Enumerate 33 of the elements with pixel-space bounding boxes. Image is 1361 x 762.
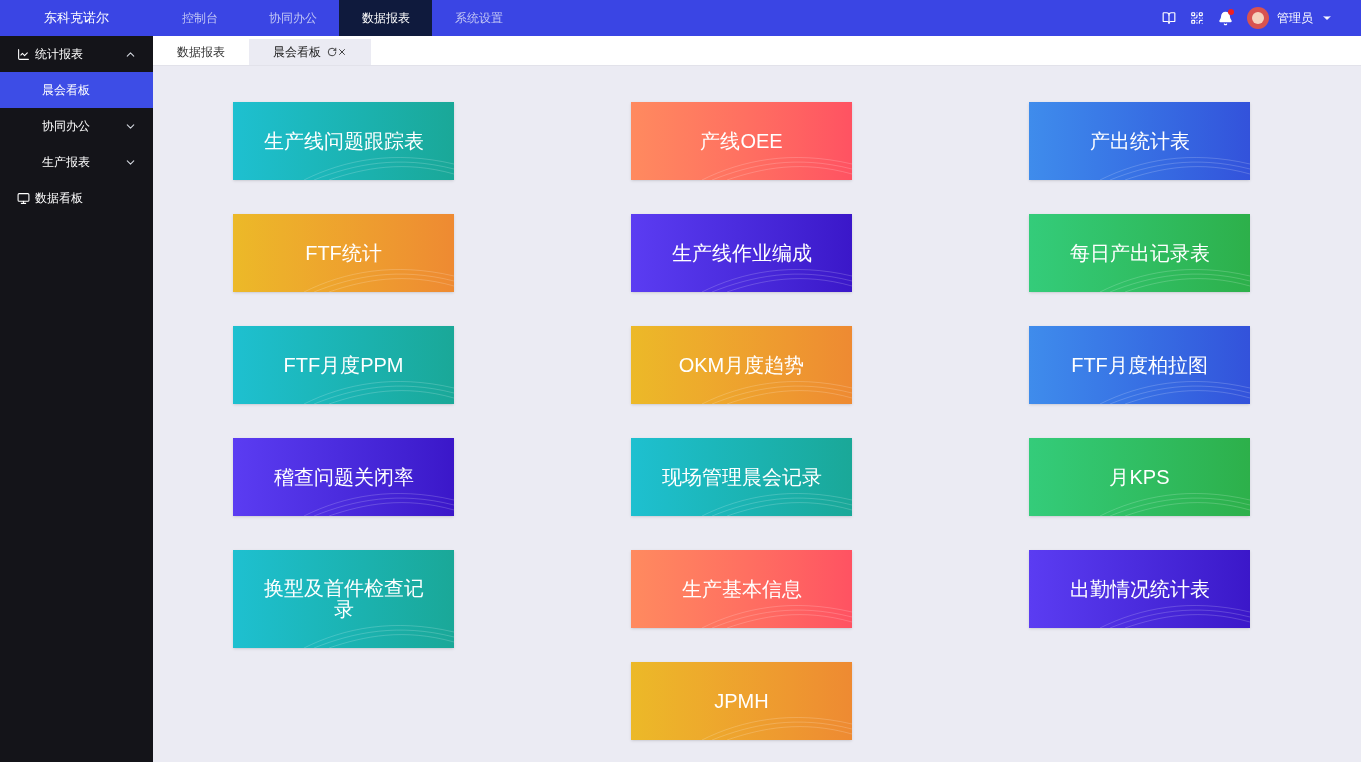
user-name[interactable]: 管理员 [1277,9,1313,27]
report-card[interactable]: 生产线作业编成 [631,214,852,292]
report-card[interactable]: 产出统计表 [1029,102,1250,180]
sidebar-item[interactable]: 晨会看板 [0,72,153,108]
report-card[interactable]: 每日产出记录表 [1029,214,1250,292]
line-chart-icon [17,47,30,61]
sidebar-item[interactable]: 数据看板 [0,180,153,216]
refresh-icon[interactable] [327,47,337,57]
nav-tab[interactable]: 系统设置 [432,0,525,36]
monitor-icon [17,191,30,205]
nav-tab[interactable]: 协同办公 [246,0,339,36]
report-card[interactable]: 生产线问题跟踪表 [233,102,454,180]
report-card[interactable]: FTF月度PPM [233,326,454,404]
report-card[interactable]: 换型及首件检查记录 [233,550,454,648]
sidebar-item[interactable]: 生产报表 [0,144,153,180]
report-card[interactable]: 产线OEE [631,102,852,180]
close-icon[interactable] [337,47,347,57]
page-tab[interactable]: 晨会看板 [249,39,371,65]
report-card[interactable]: 出勤情况统计表 [1029,550,1250,628]
bell-icon[interactable] [1218,10,1233,26]
nav-tab[interactable]: 控制台 [153,0,246,36]
qr-code-icon[interactable] [1190,11,1204,25]
report-card[interactable]: 现场管理晨会记录 [631,438,852,516]
app-title: 东科克诺尔 [43,9,110,28]
help-book-icon[interactable] [1162,11,1176,25]
sidebar-item[interactable]: 统计报表 [0,36,153,72]
avatar[interactable] [1247,7,1269,29]
report-card[interactable]: 稽查问题关闭率 [233,438,454,516]
report-card[interactable]: FTF月度柏拉图 [1029,326,1250,404]
report-card[interactable]: 月KPS [1029,438,1250,516]
sidebar-item[interactable]: 协同办公 [0,108,153,144]
report-card[interactable]: 生产基本信息 [631,550,852,628]
nav-tab[interactable]: 数据报表 [339,0,432,36]
